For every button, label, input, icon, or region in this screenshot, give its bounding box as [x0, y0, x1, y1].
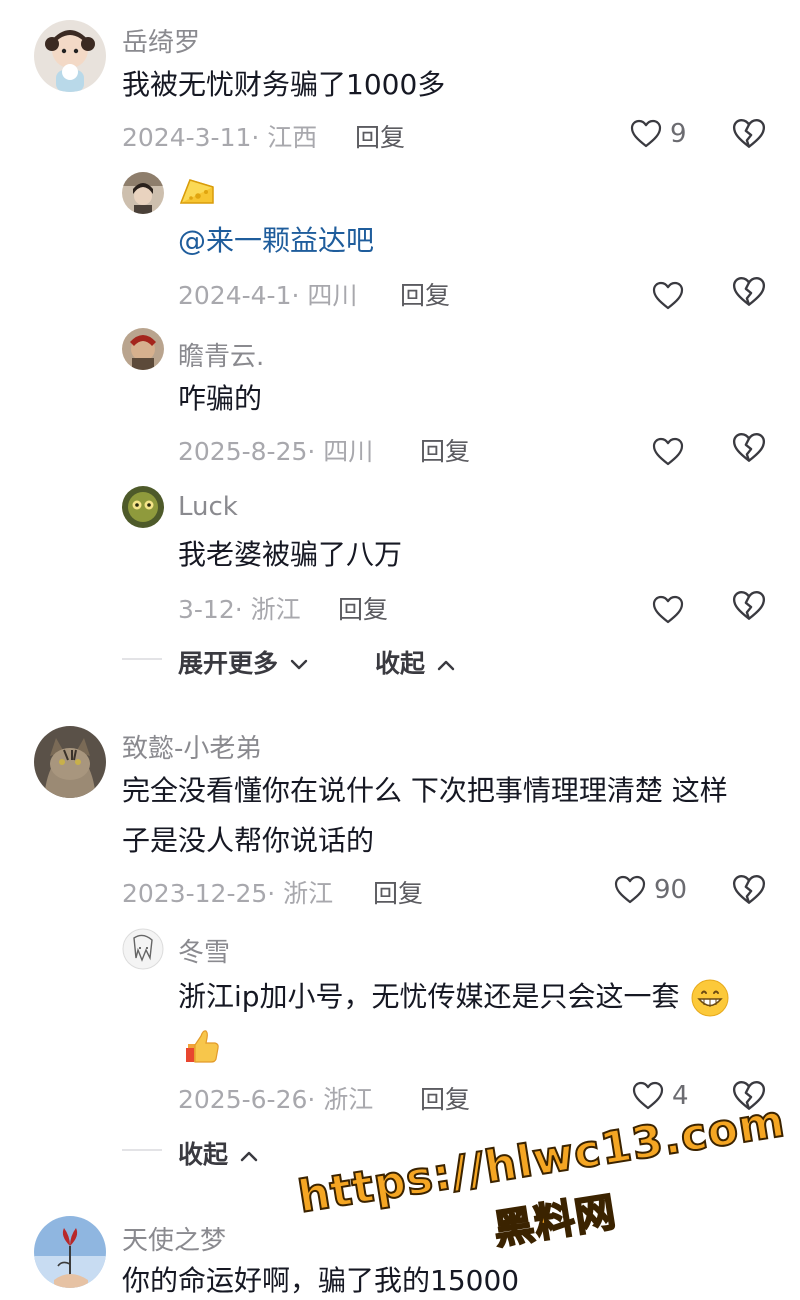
- chevron-up-icon: [437, 660, 454, 671]
- reply-button[interactable]: 回复: [355, 118, 405, 154]
- comment-meta: 2025-8-25· 四川: [178, 437, 374, 466]
- cheese-emoji: [178, 176, 216, 212]
- like-button[interactable]: 9: [630, 114, 687, 154]
- avatar[interactable]: [34, 726, 106, 798]
- collapse-button[interactable]: 收起: [375, 644, 456, 680]
- watermark-label: 黑料网: [490, 1188, 621, 1255]
- reply-button[interactable]: 回复: [420, 432, 470, 468]
- avatar[interactable]: [122, 928, 164, 970]
- broken-heart-icon[interactable]: [732, 874, 766, 906]
- collapse-button[interactable]: 收起: [178, 1135, 259, 1171]
- comment-author[interactable]: Luck: [178, 492, 238, 522]
- like-count: 90: [654, 875, 688, 905]
- comment-author[interactable]: 致懿-小老弟: [122, 728, 261, 765]
- comment-author[interactable]: 岳绮罗: [122, 22, 200, 59]
- thumbs-up-emoji: [182, 1026, 222, 1070]
- expand-more-label: 展开更多: [178, 649, 279, 678]
- avatar[interactable]: [122, 328, 164, 370]
- comment-text: 完全没看懂你在说什么 下次把事情理理清楚 这样: [122, 774, 728, 807]
- heart-outline-icon[interactable]: [652, 590, 684, 630]
- like-count: 9: [670, 119, 687, 149]
- comment-text-body: 浙江ip加小号，无忧传媒还是只会这一套: [178, 980, 680, 1013]
- broken-heart-icon[interactable]: [732, 590, 766, 622]
- comment-meta: 2025-6-26· 浙江: [178, 1085, 374, 1114]
- comment-meta: 2024-3-11· 江西: [122, 123, 318, 152]
- watermark: https://hlwc13.com 黑料网: [293, 1093, 790, 1283]
- broken-heart-icon[interactable]: [732, 432, 766, 464]
- heart-outline-icon[interactable]: [652, 276, 684, 316]
- broken-heart-icon[interactable]: [732, 118, 766, 150]
- reply-button[interactable]: 回复: [400, 276, 450, 312]
- mention-link[interactable]: @来一颗益达吧: [178, 218, 374, 264]
- reply-button[interactable]: 回复: [338, 590, 388, 626]
- reply-button[interactable]: 回复: [420, 1080, 470, 1116]
- collapse-label: 收起: [375, 649, 426, 678]
- avatar[interactable]: [122, 486, 164, 528]
- heart-outline-icon: [630, 119, 662, 149]
- comment-text: 浙江ip加小号，无忧传媒还是只会这一套: [178, 974, 730, 1020]
- collapse-label: 收起: [178, 1140, 229, 1169]
- avatar[interactable]: [34, 1216, 106, 1288]
- comment-text: 子是没人帮你说话的: [122, 824, 375, 857]
- grinning-emoji: [691, 979, 729, 1017]
- heart-outline-icon: [614, 875, 646, 905]
- reply-button[interactable]: 回复: [373, 874, 423, 910]
- like-button[interactable]: 90: [614, 870, 687, 910]
- comment-text: 我老婆被骗了八万: [178, 538, 403, 571]
- comment-text: 咋骗的: [178, 382, 263, 415]
- comment-author[interactable]: 冬雪: [178, 932, 230, 969]
- chevron-up-icon: [240, 1151, 257, 1162]
- comment-text: 我被无忧财务骗了1000多: [122, 68, 446, 101]
- comment-meta: 3-12· 浙江: [178, 595, 301, 624]
- broken-heart-icon[interactable]: [732, 276, 766, 308]
- expand-more-button[interactable]: 展开更多: [178, 644, 309, 680]
- comment-meta: 2024-4-1· 四川: [178, 281, 358, 310]
- heart-outline-icon[interactable]: [652, 432, 684, 472]
- comment-author[interactable]: 瞻青云.: [178, 336, 264, 373]
- chevron-down-icon: [290, 659, 307, 670]
- comment-meta: 2023-12-25· 浙江: [122, 879, 334, 908]
- divider: [122, 1149, 162, 1151]
- avatar[interactable]: [34, 20, 106, 92]
- avatar[interactable]: [122, 172, 164, 214]
- comment-author[interactable]: 天使之梦: [122, 1220, 226, 1257]
- divider: [122, 658, 162, 660]
